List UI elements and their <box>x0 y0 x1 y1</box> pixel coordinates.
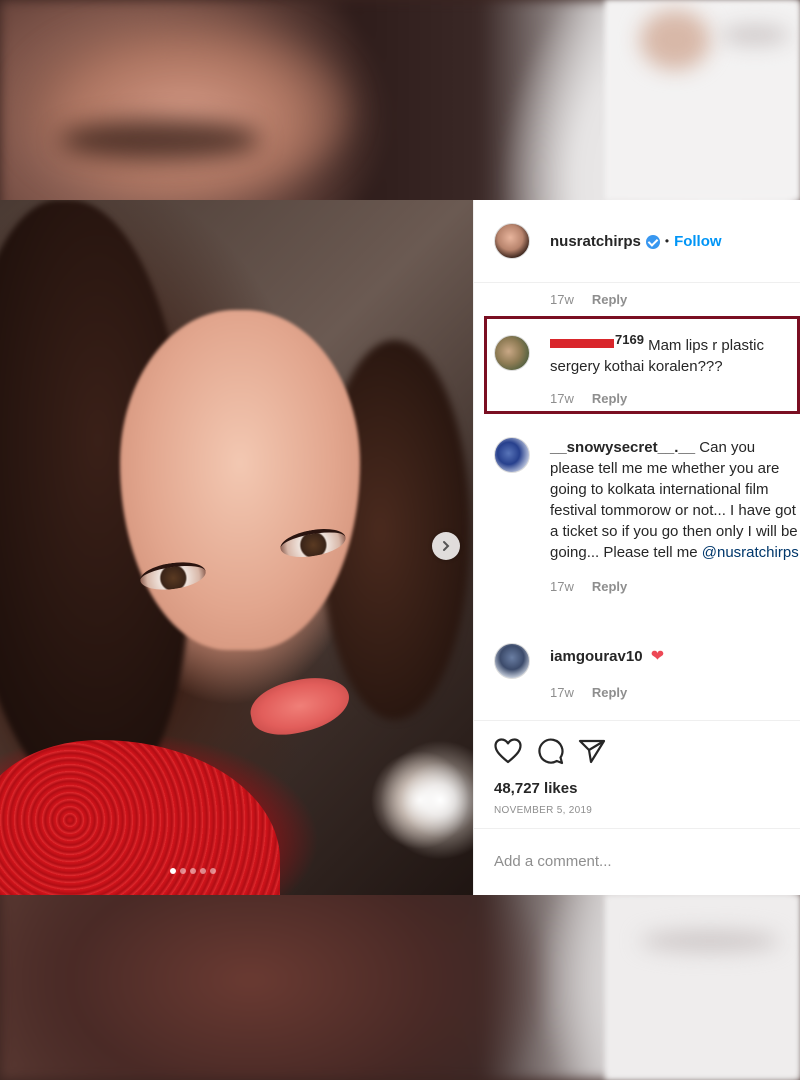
mention-link[interactable]: @nusratchirps <box>702 544 799 561</box>
action-icons <box>494 736 781 766</box>
blurred-text <box>640 930 780 952</box>
post-username[interactable]: nusratchirps <box>550 233 641 250</box>
comment-time: 17w <box>550 292 574 307</box>
instagram-post: nusratchirps • Follow 17w Reply 7169 Mam… <box>0 200 800 895</box>
comment-text-block: __snowysecret__.__ Can you please tell m… <box>550 437 800 563</box>
comment-meta: 17w Reply <box>474 579 800 594</box>
post-side-panel: nusratchirps • Follow 17w Reply 7169 Mam… <box>473 200 800 895</box>
avatar[interactable] <box>494 643 530 679</box>
comment-meta: 17w Reply <box>474 685 800 700</box>
blurred-avatar <box>640 10 710 70</box>
blurred-background-panel-bottom <box>605 895 800 1080</box>
carousel-dot <box>200 868 206 874</box>
carousel-next-button[interactable] <box>432 532 460 560</box>
comment-text: Can you please tell me me whether you ar… <box>550 439 798 561</box>
reply-button[interactable]: Reply <box>592 292 627 307</box>
comment-time: 17w <box>550 579 574 594</box>
comment-meta: 17w Reply <box>474 292 627 307</box>
reply-button[interactable]: Reply <box>592 685 627 700</box>
carousel-dot <box>170 868 176 874</box>
comment-item: __snowysecret__.__ Can you please tell m… <box>474 437 800 594</box>
photo-lips <box>245 670 355 742</box>
next-arrow-icon <box>443 541 450 551</box>
avatar[interactable] <box>494 335 530 371</box>
comment-meta: 17w Reply <box>474 391 800 406</box>
comment-item: 7169 Mam lips r plastic sergery kothai k… <box>474 332 800 406</box>
add-comment-input[interactable]: Add a comment... <box>474 828 800 895</box>
comment-username[interactable]: iamgourav10 <box>550 648 643 665</box>
post-photo[interactable] <box>0 200 473 895</box>
redacted-username <box>550 338 614 348</box>
blurred-text <box>720 25 790 45</box>
avatar[interactable] <box>494 437 530 473</box>
comment-text-block: iamgourav10 ❤ <box>550 643 800 679</box>
share-icon[interactable] <box>578 738 606 764</box>
action-bar: 48,727 likes NOVEMBER 5, 2019 <box>474 720 800 816</box>
carousel-dot <box>190 868 196 874</box>
follow-button[interactable]: Follow <box>674 233 722 250</box>
likes-count[interactable]: 48,727 likes <box>494 780 781 797</box>
comment-item: iamgourav10 ❤ 17w Reply <box>474 643 800 700</box>
comment-time: 17w <box>550 685 574 700</box>
separator: • <box>664 234 670 248</box>
comment-time: 17w <box>550 391 574 406</box>
avatar[interactable] <box>494 223 530 259</box>
heart-emoji: ❤ <box>650 648 665 665</box>
carousel-dot <box>180 868 186 874</box>
comment-username[interactable]: __snowysecret__.__ <box>550 439 695 456</box>
comment-username-tail: 7169 <box>615 332 644 347</box>
carousel-indicator <box>170 868 216 874</box>
photo-light-flare <box>380 740 473 860</box>
post-header: nusratchirps • Follow <box>474 200 800 283</box>
comment-icon[interactable] <box>536 737 564 765</box>
photo-dress <box>0 740 280 895</box>
reply-button[interactable]: Reply <box>592 579 627 594</box>
comment-text-block: 7169 Mam lips r plastic sergery kothai k… <box>550 332 800 377</box>
heart-icon[interactable] <box>494 738 522 764</box>
carousel-dot <box>210 868 216 874</box>
reply-button[interactable]: Reply <box>592 391 627 406</box>
verified-badge-icon <box>645 235 660 249</box>
blurred-background-face <box>20 20 350 200</box>
post-date: NOVEMBER 5, 2019 <box>494 805 593 816</box>
blurred-background-eye <box>60 120 260 160</box>
photo-face <box>120 310 360 650</box>
